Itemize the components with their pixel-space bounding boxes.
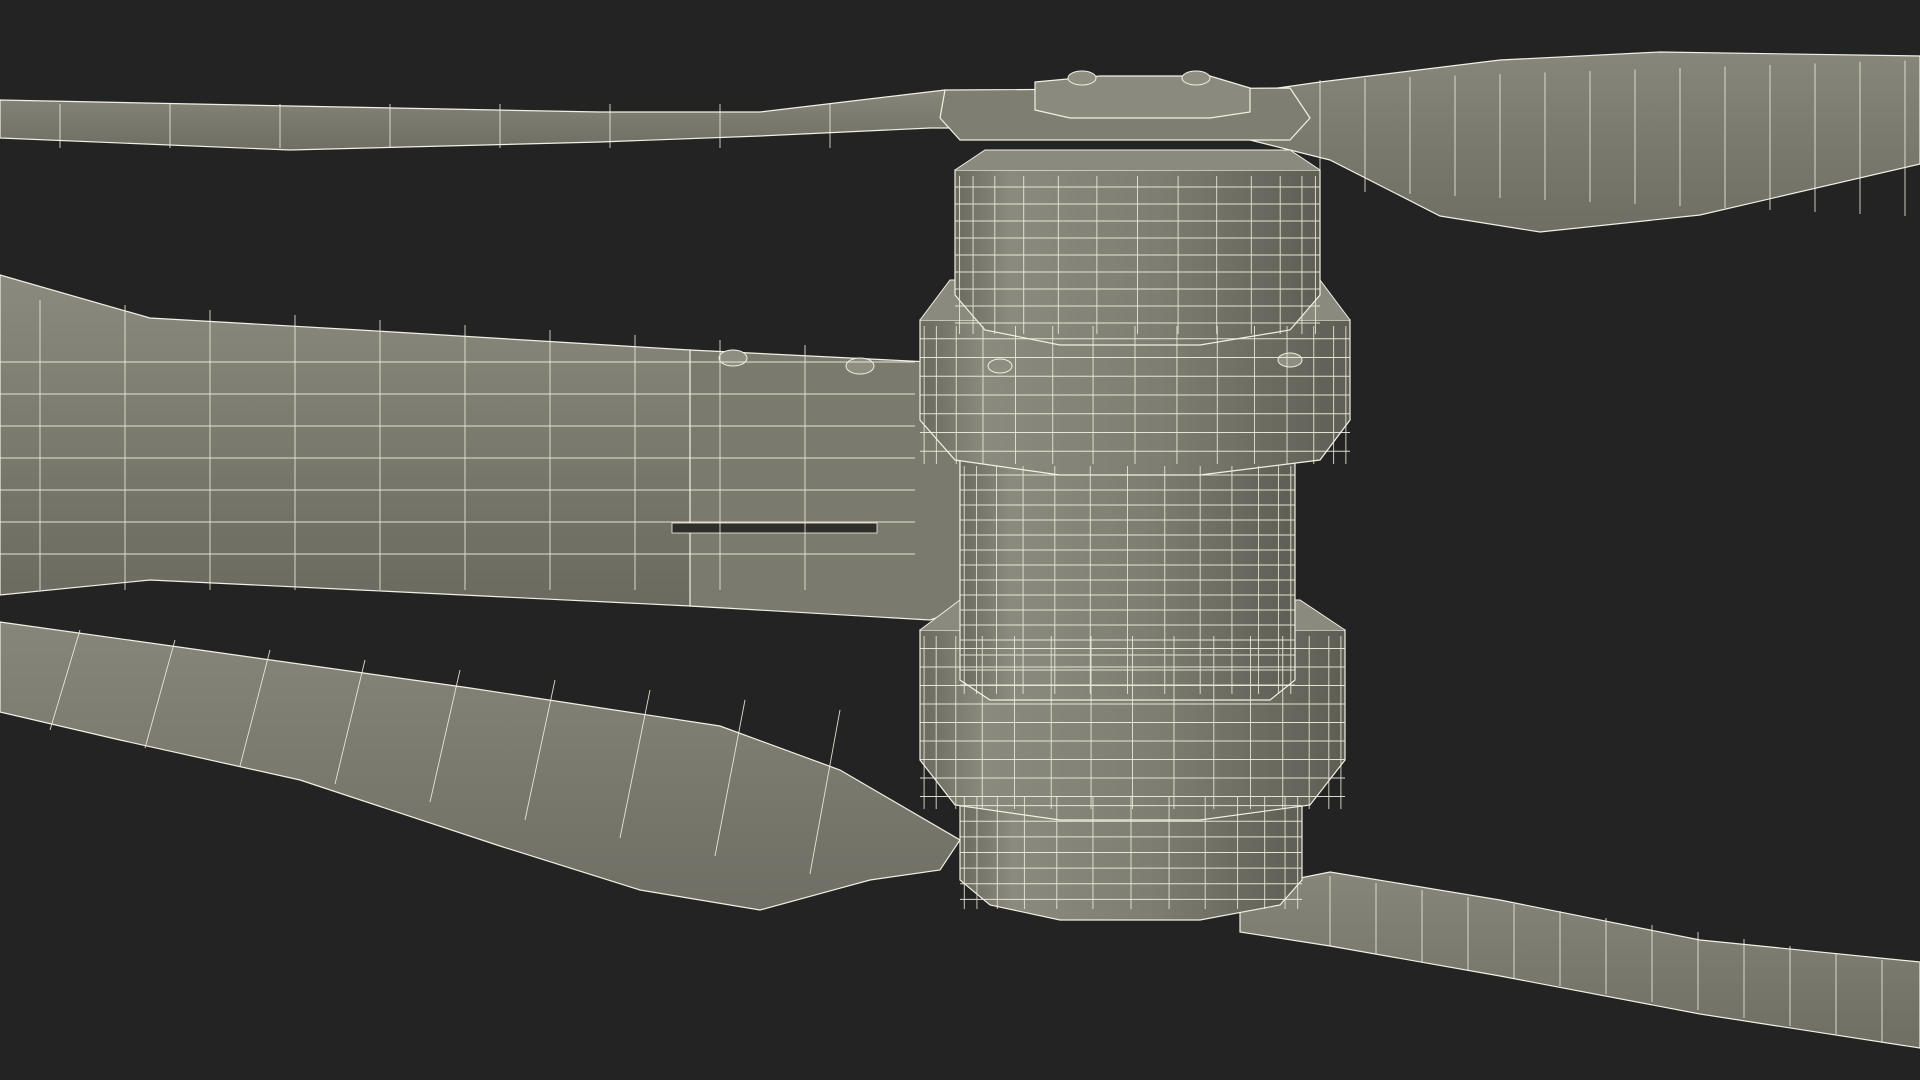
bottom-blade-left	[0, 621, 961, 911]
top-hub-plate	[939, 70, 1311, 141]
wireframe-scene	[0, 51, 1920, 1049]
render-viewport	[0, 0, 1920, 1080]
top-blade-right	[1249, 51, 1920, 233]
bottom-blade-right	[1239, 871, 1920, 1049]
motor-arm	[0, 274, 961, 621]
